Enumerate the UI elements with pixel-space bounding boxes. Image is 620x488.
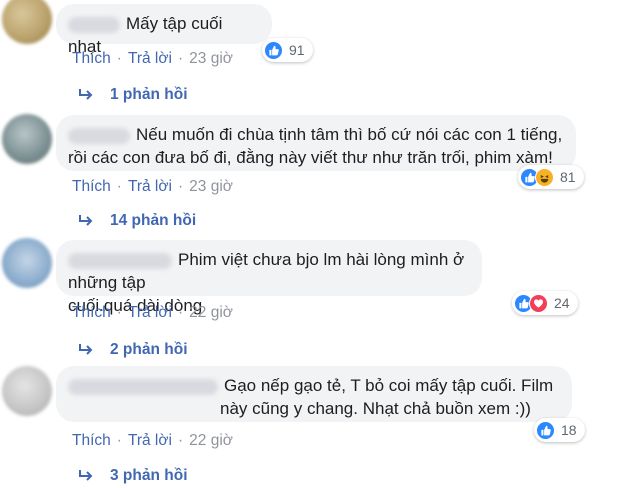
timestamp[interactable]: 22 giờ bbox=[189, 304, 233, 321]
like-link[interactable]: Thích bbox=[72, 178, 111, 195]
avatar[interactable] bbox=[2, 0, 52, 44]
blurred-author-name[interactable] bbox=[68, 252, 172, 269]
blurred-author-name[interactable] bbox=[68, 16, 120, 33]
haha-reaction-icon bbox=[535, 167, 554, 187]
view-replies-link[interactable]: 3 phản hồi bbox=[78, 467, 188, 485]
replies-count: 3 phản hồi bbox=[110, 467, 188, 484]
reply-link[interactable]: Trả lời bbox=[128, 432, 172, 449]
reaction-summary[interactable]: 18 bbox=[534, 418, 585, 442]
comment-text-line2: này cũng y chang. Nhạt chả buồn xem :)) bbox=[220, 399, 531, 418]
avatar[interactable] bbox=[2, 114, 52, 164]
like-link[interactable]: Thích bbox=[72, 304, 111, 321]
like-reaction-icon bbox=[264, 40, 283, 60]
reply-link[interactable]: Trả lời bbox=[128, 304, 172, 321]
avatar[interactable] bbox=[2, 238, 52, 288]
reaction-summary[interactable]: 81 bbox=[518, 165, 584, 189]
reply-arrow-icon bbox=[79, 344, 93, 355]
view-replies-link[interactable]: 14 phản hồi bbox=[78, 212, 196, 230]
replies-count: 2 phản hồi bbox=[110, 341, 188, 358]
blurred-author-name[interactable] bbox=[68, 378, 218, 395]
comment-text-line1: Gạo nếp gạo tẻ, T bỏ coi mấy tập cuối. F… bbox=[224, 376, 554, 395]
reply-arrow-icon bbox=[79, 470, 93, 481]
timestamp[interactable]: 23 giờ bbox=[189, 178, 233, 195]
comment-actions: Thích · Trả lời · 23 giờ bbox=[72, 178, 233, 195]
like-link[interactable]: Thích bbox=[72, 432, 111, 449]
reaction-count: 91 bbox=[289, 42, 305, 58]
comment-bubble: Nếu muốn đi chùa tịnh tâm thì bố cứ nói … bbox=[56, 115, 576, 171]
love-reaction-icon bbox=[529, 293, 548, 313]
timestamp[interactable]: 23 giờ bbox=[189, 50, 233, 67]
comment-text-line1: Nếu muốn đi chùa tịnh tâm thì bố cứ nói … bbox=[136, 125, 563, 144]
view-replies-link[interactable]: 1 phản hồi bbox=[78, 86, 188, 104]
like-link[interactable]: Thích bbox=[72, 50, 111, 67]
reaction-summary[interactable]: 24 bbox=[512, 291, 578, 315]
timestamp[interactable]: 22 giờ bbox=[189, 432, 233, 449]
reaction-summary[interactable]: 91 bbox=[262, 38, 313, 62]
like-reaction-icon bbox=[536, 420, 555, 440]
blurred-author-name[interactable] bbox=[68, 127, 130, 144]
reply-link[interactable]: Trả lời bbox=[128, 50, 172, 67]
comment-actions: Thích · Trả lời · 23 giờ bbox=[72, 50, 233, 67]
comment-actions: Thích · Trả lời · 22 giờ bbox=[72, 304, 233, 321]
comment-text-line2: rồi các con đưa bố đi, đằng này viết thư… bbox=[68, 148, 553, 167]
comment-bubble: Mấy tập cuối nhạt bbox=[56, 4, 272, 56]
comment-bubble: Phim việt chưa bjo lm hài lòng mình ở nh… bbox=[56, 240, 482, 315]
reply-arrow-icon bbox=[79, 215, 93, 226]
reaction-count: 18 bbox=[561, 422, 577, 438]
avatar[interactable] bbox=[2, 366, 52, 416]
comment-actions: Thích · Trả lời · 22 giờ bbox=[72, 432, 233, 449]
reply-link[interactable]: Trả lời bbox=[128, 178, 172, 195]
replies-count: 1 phản hồi bbox=[110, 86, 188, 103]
reaction-count: 24 bbox=[554, 295, 570, 311]
replies-count: 14 phản hồi bbox=[110, 212, 197, 229]
reaction-count: 81 bbox=[560, 169, 576, 185]
reply-arrow-icon bbox=[79, 89, 93, 100]
view-replies-link[interactable]: 2 phản hồi bbox=[78, 341, 188, 359]
comment-bubble: Gạo nếp gạo tẻ, T bỏ coi mấy tập cuối. F… bbox=[56, 366, 572, 422]
